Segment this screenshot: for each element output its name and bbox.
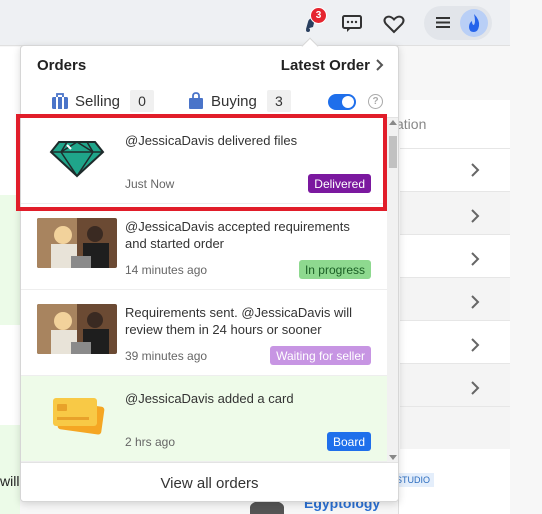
status-badge: In progress — [298, 260, 371, 279]
tab-buying[interactable]: Buying 3 — [187, 90, 291, 112]
list-item[interactable]: @JessicaDavis accepted requirements and … — [21, 204, 387, 290]
chevron-right-icon[interactable] — [376, 59, 384, 71]
tab-selling-label: Selling — [75, 92, 121, 110]
order-time: Just Now — [125, 177, 175, 191]
order-time: 14 minutes ago — [125, 263, 208, 277]
latest-order-link[interactable]: Latest Order — [281, 57, 370, 74]
scrollbar-thumb[interactable] — [389, 136, 397, 168]
people-photo — [37, 304, 117, 354]
notification-badge: 3 — [310, 7, 327, 24]
background-text: will — [0, 473, 20, 489]
view-all-orders-button[interactable]: View all orders — [21, 462, 398, 501]
background-avatar — [250, 500, 284, 514]
chevron-right-icon[interactable] — [470, 209, 480, 223]
list-item[interactable]: @JessicaDavis delivered files Just Now D… — [21, 118, 387, 204]
briefcase-icon — [52, 93, 68, 109]
chat-icon[interactable] — [340, 12, 364, 36]
order-message: @JessicaDavis added a card — [125, 391, 294, 406]
status-badge: Delivered — [308, 174, 371, 193]
chevron-right-icon[interactable] — [470, 252, 480, 266]
order-message: @JessicaDavis delivered files — [125, 133, 298, 148]
chevron-right-icon[interactable] — [470, 295, 480, 309]
background-row-highlight — [0, 425, 20, 514]
chevron-right-icon[interactable] — [470, 338, 480, 352]
chevron-right-icon[interactable] — [470, 163, 480, 177]
heart-icon[interactable] — [382, 12, 406, 36]
background-row[interactable] — [400, 406, 510, 449]
status-badge: Board — [326, 432, 371, 451]
orders-dropdown: Orders Latest Order Selling 0 Buying 3 ?… — [20, 45, 399, 502]
order-time: 2 hrs ago — [125, 435, 176, 449]
tab-selling[interactable]: Selling 0 — [51, 90, 155, 112]
dropdown-title: Orders — [37, 57, 87, 74]
scroll-down-arrow-icon[interactable] — [389, 455, 397, 460]
top-navigation-bar: 3 — [0, 0, 510, 46]
orders-tabs: Selling 0 Buying 3 ? — [21, 84, 398, 119]
order-message: @JessicaDavis accepted requirements and … — [125, 219, 350, 251]
status-badge: Waiting for seller — [270, 346, 371, 365]
scroll-up-arrow-icon[interactable] — [389, 120, 397, 125]
orders-list: @JessicaDavis delivered files Just Now D… — [21, 118, 387, 462]
help-icon[interactable]: ? — [368, 94, 383, 109]
card-icon — [37, 390, 117, 440]
list-item[interactable]: Requirements sent. @JessicaDavis will re… — [21, 290, 387, 376]
list-item[interactable]: @JessicaDavis added a card 2 hrs ago Boa… — [21, 376, 387, 462]
hamburger-icon[interactable] — [436, 17, 450, 28]
diamond-icon — [37, 132, 117, 182]
chevron-right-icon[interactable] — [470, 381, 480, 395]
people-photo — [37, 218, 117, 268]
notifications-toggle[interactable] — [328, 94, 356, 110]
orders-scrollbar[interactable] — [387, 118, 398, 462]
background-row[interactable] — [400, 320, 510, 363]
flame-avatar-icon[interactable] — [460, 9, 488, 37]
shopping-bag-icon — [189, 92, 203, 109]
order-message: Requirements sent. @JessicaDavis will re… — [125, 305, 353, 337]
tab-buying-count: 3 — [266, 90, 291, 112]
tab-buying-label: Buying — [211, 92, 257, 110]
background-row[interactable] — [400, 191, 510, 234]
tab-selling-count: 0 — [130, 90, 155, 112]
order-time: 39 minutes ago — [125, 349, 208, 363]
background-column-header: ation — [396, 116, 427, 132]
background-row-highlight — [0, 195, 20, 325]
background-row[interactable] — [400, 363, 510, 406]
background-row[interactable] — [400, 277, 510, 320]
dropdown-header: Orders Latest Order — [21, 46, 398, 82]
background-row[interactable] — [400, 234, 510, 277]
background-row[interactable] — [400, 148, 510, 191]
